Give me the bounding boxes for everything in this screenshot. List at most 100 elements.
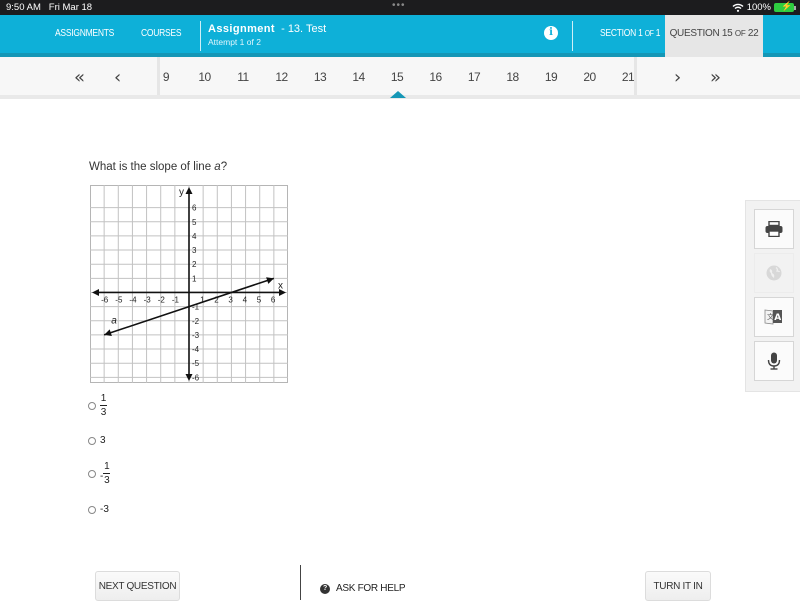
x-tick-label: -4 [129,295,137,304]
answer-choice-1[interactable]: 13 [88,393,107,418]
radio-button[interactable] [88,401,96,410]
question-of: OF [734,29,746,38]
chevron-left-icon[interactable]: ‹ [114,67,121,88]
pager-number[interactable]: 21 [613,70,643,84]
question-suffix: ? [220,161,228,173]
y-tick-label: -6 [192,373,200,382]
y-tick-label: -2 [192,317,200,326]
double-chevron-right-icon[interactable]: » [710,67,721,88]
radio-button[interactable] [88,469,96,478]
ask-for-help-label: ASK FOR HELP [336,583,406,594]
y-tick-label: 6 [192,204,197,213]
multitasking-dots[interactable]: ••• [392,0,406,11]
pager-number[interactable]: 14 [344,70,374,84]
pager-number[interactable]: 11 [228,70,258,84]
printer-icon [765,221,783,237]
answer-choice-3[interactable]: - 13 [88,461,111,486]
fraction: 13 [100,393,107,418]
x-tick-label: -6 [101,295,109,304]
x-tick-label: -3 [144,295,152,304]
tools-panel: 文 A [745,200,800,392]
x-tick-label: -5 [115,295,123,304]
battery-percent: 100% [746,2,771,13]
svg-text:A: A [774,313,781,323]
numerator: 1 [104,461,110,472]
question-total: 22 [745,28,759,39]
answer-choice-4[interactable]: -3 [88,504,109,515]
assignments-link[interactable]: ASSIGNMENTS [55,28,114,39]
denominator: 3 [100,407,107,418]
section-indicator[interactable]: SECTION 1 OF 1 [600,28,660,39]
time-text: 9:50 AM [6,2,41,13]
pager-separator [634,57,637,95]
date-text: Fri Mar 18 [48,2,93,13]
answer-choice-2[interactable]: 3 [88,435,106,446]
wifi-icon [732,3,744,12]
nav-divider [572,21,573,51]
y-tick-label: 2 [192,260,197,269]
pager-number[interactable]: 19 [536,70,566,84]
turn-it-in-button[interactable]: TURN IT IN [645,571,711,601]
choice-text: -3 [100,504,109,515]
section-of: OF [644,29,654,38]
pager-number[interactable]: 12 [267,70,297,84]
fraction-bar [103,473,111,474]
status-right: 100% ⚡ [732,1,796,13]
svg-text:文: 文 [767,312,774,321]
x-tick-label: -1 [172,295,180,304]
top-nav: ASSIGNMENTS COURSES Assignment - 13. Tes… [0,15,800,57]
assignment-label: Assignment [208,23,275,35]
pager-number[interactable]: 18 [498,70,528,84]
pager-number[interactable]: 9 [151,70,181,84]
nav-divider [200,21,201,51]
translate-button[interactable]: 文 A [754,297,794,337]
next-question-button[interactable]: NEXT QUESTION [95,571,180,601]
question-indicator[interactable]: QUESTION 15 OF 22 [665,15,763,57]
pager-number[interactable]: 20 [575,70,605,84]
pager-number[interactable]: 13 [305,70,335,84]
question-text: QUESTION 15 [669,28,735,39]
y-tick-label: -3 [192,331,200,340]
question-text: What is the slope of line a? [89,161,227,173]
ask-for-help-button[interactable]: ? ASK FOR HELP [320,583,406,594]
radio-button[interactable] [88,505,96,514]
help-icon: ? [320,583,330,594]
globe-icon [766,265,782,281]
chevron-right-icon[interactable]: › [674,67,681,88]
double-chevron-left-icon[interactable]: « [74,67,85,88]
radio-button[interactable] [88,436,96,445]
pager-number-current[interactable]: 15 [382,70,412,84]
x-tick-label: -2 [158,295,166,304]
info-icon[interactable]: i [544,26,558,40]
pager-number[interactable]: 16 [421,70,451,84]
question-prefix: What is the slope of line [89,161,215,173]
courses-link[interactable]: COURSES [141,28,182,39]
x-tick-label: 6 [271,295,276,304]
footer-divider [300,565,301,600]
y-tick-label: 5 [192,218,197,227]
x-tick-label: 3 [228,295,233,304]
print-button[interactable] [754,209,794,249]
pager-number[interactable]: 17 [459,70,489,84]
microphone-button[interactable] [754,341,794,381]
status-bar: 9:50 AM Fri Mar 18 ••• 100% ⚡ [0,0,800,15]
coordinate-graph: -6 -5 -4 -3 -2 -1 1 2 3 4 5 6123456-1-2-3-4-5-6xya [90,185,288,383]
status-time: 9:50 AM Fri Mar 18 [6,2,92,13]
x-tick-label: 5 [257,295,262,304]
denominator: 3 [104,475,110,486]
y-tick-label: 4 [192,232,197,241]
line-a-label: a [111,316,117,327]
section-total: 1 [653,28,661,39]
current-question-caret [390,91,406,98]
section-text: SECTION 1 [600,28,645,39]
pager-number[interactable]: 10 [190,70,220,84]
y-tick-label: -4 [192,345,200,354]
y-tick-label: -5 [192,359,200,368]
x-axis-label: x [278,280,283,291]
y-tick-label: 1 [192,274,197,283]
attempt-text: Attempt 1 of 2 [208,37,261,47]
x-tick-label: 4 [243,295,248,304]
choice-text: 3 [100,435,106,446]
globe-button[interactable] [754,253,794,293]
assignment-name: - 13. Test [281,23,327,35]
